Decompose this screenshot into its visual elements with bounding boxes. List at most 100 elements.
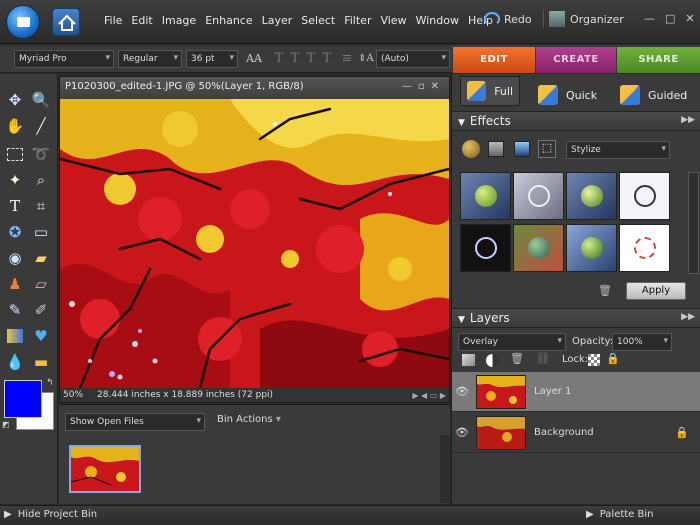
organizer-button[interactable]: Organizer: [543, 10, 624, 28]
brush-tool-icon[interactable]: ✎: [4, 300, 26, 320]
apply-button[interactable]: Apply: [626, 282, 686, 300]
delete-icon[interactable]: 🗑: [598, 284, 612, 297]
app-logo-icon[interactable]: [6, 5, 40, 39]
font-size-icon[interactable]: AA: [246, 51, 262, 67]
show-all-effects-icon[interactable]: ⬚: [538, 140, 556, 158]
font-style-select[interactable]: Regular: [118, 50, 182, 68]
menu-view[interactable]: View: [380, 14, 406, 27]
marquee-tool-icon[interactable]: [4, 144, 26, 164]
effect-thumbnail[interactable]: [460, 224, 511, 272]
effect-thumbnail[interactable]: [619, 224, 670, 272]
tab-share[interactable]: SHARE: [617, 47, 700, 73]
healing-brush-tool-icon[interactable]: ▰: [30, 248, 52, 268]
open-file-thumbnail[interactable]: [69, 445, 141, 493]
blend-mode-select[interactable]: Overlay: [458, 333, 566, 351]
strikethrough-icon[interactable]: T: [320, 51, 334, 67]
clone-stamp-tool-icon[interactable]: ♟: [4, 274, 26, 294]
zoom-level[interactable]: 50%: [63, 390, 83, 400]
status-menu-icon[interactable]: ▶ ◀ ▭ ▶: [412, 391, 446, 400]
maximize-icon[interactable]: □: [665, 12, 675, 25]
effect-thumbnail[interactable]: [566, 224, 617, 272]
menu-image[interactable]: Image: [162, 14, 196, 27]
effect-thumbnail[interactable]: [460, 172, 511, 220]
cookie-cutter-tool-icon[interactable]: ✪: [4, 222, 26, 242]
default-colors-icon[interactable]: ◩: [2, 420, 10, 429]
photo-effects-icon[interactable]: [514, 141, 530, 157]
sponge-tool-icon[interactable]: ▬: [30, 352, 52, 372]
quick-selection-tool-icon[interactable]: ⌕: [30, 170, 52, 190]
panel-menu-icon[interactable]: ▶▶: [681, 115, 695, 125]
menu-filter[interactable]: Filter: [344, 14, 371, 27]
smart-brush-tool-icon[interactable]: ✐: [30, 300, 52, 320]
gradient-tool-icon[interactable]: [4, 326, 26, 346]
font-family-select[interactable]: Myriad Pro: [14, 50, 114, 68]
view-full[interactable]: Full: [460, 76, 520, 106]
visibility-eye-icon[interactable]: 👁: [452, 426, 472, 439]
foreground-color-swatch[interactable]: [4, 380, 42, 418]
leading-select[interactable]: (Auto): [376, 50, 450, 68]
eyedropper-tool-icon[interactable]: ╱: [30, 116, 52, 136]
menu-select[interactable]: Select: [301, 14, 335, 27]
effects-category-select[interactable]: Stylize: [566, 141, 670, 159]
layers-panel-header[interactable]: ▼ Layers ▶▶: [452, 308, 700, 328]
crop-tool-icon[interactable]: ⌗: [30, 196, 52, 216]
underline-icon[interactable]: T: [304, 51, 318, 67]
blur-tool-icon[interactable]: 💧: [4, 352, 26, 372]
effects-panel-header[interactable]: ▼ Effects ▶▶: [452, 111, 700, 131]
palette-bin-button[interactable]: ▶ Palette Bin: [586, 509, 654, 520]
bin-scrollbar[interactable]: [440, 435, 450, 503]
effect-thumbnail[interactable]: [566, 172, 617, 220]
hand-tool-icon[interactable]: ✋: [4, 116, 26, 136]
menu-enhance[interactable]: Enhance: [205, 14, 252, 27]
bin-actions-menu[interactable]: Bin Actions ▾: [217, 414, 281, 425]
layer-styles-icon[interactable]: [488, 141, 504, 157]
image-canvas[interactable]: [60, 99, 449, 388]
custom-shape-tool-icon[interactable]: ♥: [30, 326, 52, 346]
straighten-tool-icon[interactable]: ▭: [30, 222, 52, 242]
menu-file[interactable]: File: [104, 14, 122, 27]
menu-layer[interactable]: Layer: [262, 14, 293, 27]
lock-all-icon[interactable]: 🔒: [606, 352, 620, 365]
effect-thumbnail[interactable]: [513, 224, 564, 272]
magic-wand-tool-icon[interactable]: ✦: [4, 170, 26, 190]
effect-thumbnail[interactable]: [619, 172, 670, 220]
eraser-tool-icon[interactable]: ▱: [30, 274, 52, 294]
font-size-select[interactable]: 36 pt: [186, 50, 238, 68]
move-tool-icon[interactable]: ✥: [4, 90, 26, 110]
visibility-eye-icon[interactable]: 👁: [452, 385, 472, 398]
tab-create[interactable]: CREATE: [536, 47, 616, 73]
type-tool-icon[interactable]: T: [4, 196, 26, 216]
tab-edit[interactable]: EDIT: [453, 47, 535, 73]
adjustment-layer-icon[interactable]: [486, 354, 499, 367]
close-icon[interactable]: ✕: [685, 12, 694, 25]
lock-transparency-icon[interactable]: [588, 354, 600, 366]
faux-bold-icon[interactable]: T: [272, 51, 286, 67]
panel-menu-icon[interactable]: ▶▶: [681, 312, 695, 322]
layer-row-layer1[interactable]: 👁 Layer 1: [452, 372, 700, 412]
align-left-icon[interactable]: ≡: [340, 51, 354, 67]
view-guided[interactable]: Guided: [620, 78, 687, 112]
new-layer-icon[interactable]: [462, 354, 475, 366]
show-files-select[interactable]: Show Open Files: [65, 413, 205, 431]
link-layers-icon[interactable]: ⛓: [536, 352, 550, 365]
redo-button[interactable]: Redo: [484, 12, 532, 26]
menu-window[interactable]: Window: [416, 14, 459, 27]
zoom-tool-icon[interactable]: 🔍: [30, 90, 52, 110]
document-window-controls[interactable]: —▫✕: [402, 81, 445, 92]
opacity-input[interactable]: 100%: [612, 333, 672, 351]
faux-italic-icon[interactable]: T: [288, 51, 302, 67]
hide-project-bin-button[interactable]: ▶ Hide Project Bin: [4, 509, 97, 520]
swap-colors-icon[interactable]: ↰: [46, 378, 54, 388]
red-eye-tool-icon[interactable]: ◉: [4, 248, 26, 268]
home-icon[interactable]: [52, 8, 80, 36]
lasso-tool-icon[interactable]: ➰: [30, 144, 52, 164]
view-quick[interactable]: Quick: [538, 78, 597, 112]
layer-name[interactable]: Background: [534, 427, 594, 438]
layer-name[interactable]: Layer 1: [534, 386, 571, 397]
menu-edit[interactable]: Edit: [131, 14, 152, 27]
delete-layer-icon[interactable]: 🗑: [510, 352, 524, 365]
filters-icon[interactable]: [462, 140, 480, 158]
minimize-icon[interactable]: —: [644, 12, 655, 25]
effects-scrollbar[interactable]: [688, 172, 699, 274]
layer-row-background[interactable]: 👁 Background 🔒: [452, 413, 700, 453]
